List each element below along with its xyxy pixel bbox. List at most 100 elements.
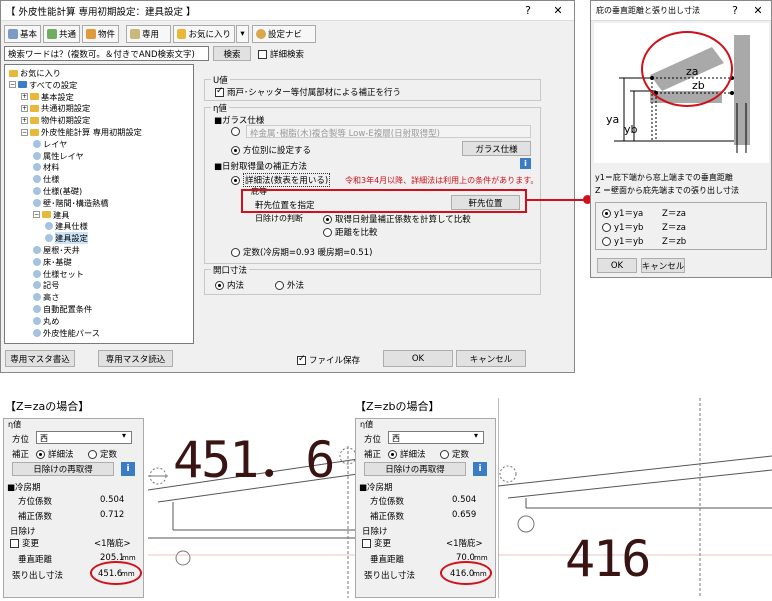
tree-item-label: 壁･階間･構造熱橋 [43, 197, 109, 208]
tree-item[interactable]: − 建具 [33, 210, 69, 220]
compare-distance-radio[interactable]: 距離を比較 [323, 226, 378, 238]
tab-dedicated[interactable]: 専用 [126, 25, 171, 43]
case-za-fixed-radio[interactable]: 定数 [88, 448, 117, 460]
tree-item[interactable]: + 共通初期設定 [21, 103, 90, 113]
case-zb-correction-label: 補正 [364, 450, 382, 460]
setting-item-icon [45, 234, 53, 243]
radio-icon [602, 222, 611, 232]
expand-icon[interactable]: + [21, 116, 28, 124]
expand-icon[interactable]: + [21, 104, 28, 112]
eaves-dialog-title: 庇の垂直距離と張り出し寸法 [596, 6, 700, 15]
tab-basic[interactable]: 基本 [4, 25, 41, 43]
case-za-direction-select[interactable]: 西 [36, 431, 132, 444]
tree-item[interactable]: 建具設定 [45, 232, 88, 245]
glass-option-fixed[interactable] [231, 127, 243, 136]
inner-size-radio[interactable]: 内法 [215, 279, 244, 291]
navi-icon [256, 29, 266, 39]
main-settings-window: 【 外皮性能計算 専用初期設定：建具設定 】 ? ✕ 基本 共通 物件 専用 お… [0, 0, 575, 373]
master-write-button[interactable]: 専用マスタ書込 [5, 350, 75, 367]
case-za-dir-coef-label: 方位係数 [18, 497, 53, 507]
option-yb-za[interactable]: y1＝yb Z＝za [602, 221, 686, 233]
tree-item[interactable]: お気に入り [9, 68, 61, 78]
info-icon[interactable]: i [520, 158, 531, 169]
info-icon[interactable]: i [473, 462, 487, 476]
eaves-cancel-button[interactable]: キャンセル [641, 258, 685, 273]
detail-method-radio[interactable]: 詳細法(数表を用いる) [231, 173, 331, 187]
tree-item[interactable]: 属性レイヤ [33, 151, 84, 161]
glass-spec-field: 枠金属･樹脂(木)複合製等 Low-E複層(日射取得型) [246, 125, 531, 138]
tab-common[interactable]: 共通 [43, 25, 80, 43]
case-zb-direction-select[interactable]: 西 [388, 431, 484, 444]
expand-icon[interactable]: + [21, 93, 28, 101]
tree-item-label: 記号 [43, 280, 60, 291]
info-icon[interactable]: i [121, 462, 135, 476]
opening-size-label: 開口寸法 [211, 264, 250, 276]
chevron-down-icon[interactable]: ▾ [122, 431, 126, 440]
settings-tree[interactable]: お気に入り − すべての設定 + 基本設定 + 共通初期設定 + 物件初期設定 − 外皮性能計算 専… [4, 64, 194, 344]
glass-spec-button[interactable]: ガラス仕様 [462, 141, 531, 156]
tree-item-label: 物件初期設定 [41, 115, 91, 126]
case-zb-vert-unit: mm [474, 554, 488, 562]
option-ya-za[interactable]: y1＝ya Z＝za [602, 207, 686, 219]
tree-item[interactable]: 屋根･天井 [33, 245, 80, 255]
tree-item[interactable]: 外皮性能パース [33, 328, 100, 338]
close-button[interactable]: ✕ [549, 3, 567, 19]
save-file-checkbox[interactable]: ファイル保存 [297, 354, 360, 366]
search-input[interactable]: 検索ワードは？(複数可。＆付きでAND検索文字) [4, 46, 209, 61]
case-zb-fixed-radio[interactable]: 定数 [440, 448, 469, 460]
tree-item[interactable]: 仕様セット [33, 269, 84, 279]
collapse-icon[interactable]: − [21, 128, 28, 136]
tree-item[interactable]: 記号 [33, 280, 59, 290]
help-button[interactable]: ? [519, 3, 537, 19]
search-button[interactable]: 検索 [213, 46, 251, 61]
tree-item[interactable]: 床･基礎 [33, 257, 72, 267]
collapse-icon[interactable]: − [33, 211, 40, 219]
tree-item[interactable]: 材料 [33, 162, 59, 172]
chevron-down-icon[interactable]: ▾ [474, 431, 478, 440]
tree-item[interactable]: 高さ [33, 292, 59, 302]
tree-item[interactable]: 仕様 [33, 174, 59, 184]
tree-item[interactable]: 仕様(基礎) [33, 186, 82, 196]
tab-property[interactable]: 物件 [82, 25, 119, 43]
tree-item-label: 建具仕様 [55, 221, 88, 232]
radio-icon [602, 208, 611, 218]
radio-icon [275, 280, 284, 290]
eaves-help-button[interactable]: ? [726, 3, 744, 19]
favorites-dropdown[interactable]: ▾ [236, 25, 249, 43]
tree-item-label: 仕様セット [43, 268, 84, 279]
case-zb-detail-radio[interactable]: 詳細法 [388, 448, 426, 460]
tree-item[interactable]: + 物件初期設定 [21, 115, 90, 125]
tree-item[interactable]: − 外皮性能計算 専用初期設定 [21, 127, 142, 137]
case-zb-change-checkbox[interactable]: 変更 [362, 537, 391, 549]
setting-navi-button[interactable]: 設定ナビ [252, 25, 316, 43]
master-read-button[interactable]: 専用マスタ読込 [98, 350, 173, 367]
setting-item-icon [33, 163, 41, 172]
detail-search-checkbox[interactable]: 詳細検索 [258, 48, 304, 60]
cancel-button[interactable]: キャンセル [456, 350, 526, 367]
eaves-close-button[interactable]: ✕ [749, 3, 767, 19]
tree-item[interactable]: 建具仕様 [45, 221, 88, 231]
ok-button[interactable]: OK [383, 350, 453, 367]
tree-item[interactable]: 壁･階間･構造熱橋 [33, 198, 109, 208]
tab-favorites[interactable]: お気に入り [173, 25, 235, 43]
case-zb-reacquire-button[interactable]: 日除けの再取得 [364, 462, 466, 476]
case-zb-big-number: 416 [565, 530, 651, 588]
tree-item[interactable]: + 基本設定 [21, 92, 74, 102]
option-yb-zb[interactable]: y1＝yb Z＝zb [602, 235, 686, 247]
collapse-icon[interactable]: − [9, 81, 16, 89]
tree-item[interactable]: − すべての設定 [9, 80, 77, 90]
eaves-ok-button[interactable]: OK [597, 258, 637, 273]
tree-item[interactable]: 自動配置条件 [33, 304, 92, 314]
eaves-highlight-box [241, 189, 527, 213]
diagram-highlight-ellipse [641, 31, 733, 107]
glass-option-by-direction[interactable]: 方位別に設定する [231, 144, 311, 156]
compare-calc-radio[interactable]: 取得日射量補正係数を計算して比較 [323, 213, 471, 225]
shutter-checkbox[interactable]: 雨戸･シャッター等付属部材による補正を行う [215, 86, 401, 98]
outer-size-radio[interactable]: 外法 [275, 279, 304, 291]
fixed-constant-radio[interactable]: 定数(冷房期=0.93 暖房期=0.51) [231, 246, 372, 258]
case-za-detail-radio[interactable]: 詳細法 [36, 448, 74, 460]
tree-item[interactable]: レイヤ [33, 139, 67, 149]
tree-item[interactable]: 丸め [33, 316, 59, 326]
case-za-reacquire-button[interactable]: 日除けの再取得 [12, 462, 114, 476]
case-za-change-checkbox[interactable]: 変更 [10, 537, 39, 549]
